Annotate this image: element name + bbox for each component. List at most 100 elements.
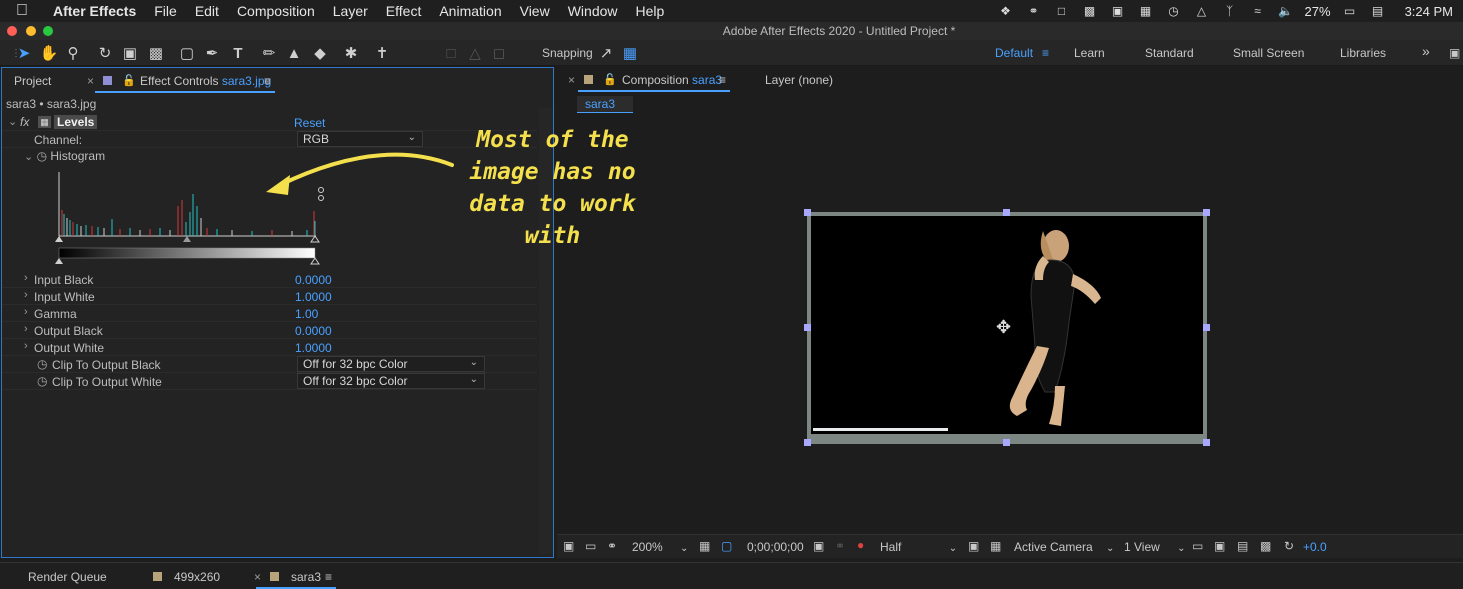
eraser-tool-icon[interactable]: ◆: [310, 43, 330, 63]
layer-bounding-box[interactable]: ✥: [804, 209, 1210, 446]
workspace-libraries[interactable]: Libraries: [1340, 46, 1386, 60]
menu-animation[interactable]: Animation: [430, 3, 510, 19]
property-value[interactable]: 0.0000: [295, 273, 332, 287]
search-help-icon[interactable]: ▣: [1449, 46, 1460, 60]
selection-tool-icon[interactable]: ➤: [14, 43, 34, 63]
volume-icon[interactable]: 🔈: [1277, 4, 1295, 18]
close-project-tab-icon[interactable]: ×: [87, 74, 94, 88]
expand-chevron-icon[interactable]: ›: [24, 289, 28, 301]
clone-stamp-tool-icon[interactable]: ▲: [284, 43, 304, 63]
expand-chevron-icon[interactable]: ›: [24, 306, 28, 318]
transparency-grid-icon[interactable]: ▦: [990, 539, 1001, 553]
battery-icon[interactable]: ▭: [1341, 4, 1359, 18]
property-value[interactable]: 0.0000: [295, 324, 332, 338]
exposure-value[interactable]: +0.0: [1303, 540, 1327, 554]
output-white-slider-handle[interactable]: [310, 257, 320, 265]
dropbox-icon[interactable]: ❖: [997, 4, 1015, 18]
fx-toggle-icon[interactable]: fx: [20, 115, 29, 129]
panel-menu-icon[interactable]: ≡: [264, 74, 271, 88]
clip-black-dropdown[interactable]: Off for 32 bpc Color ⌄: [297, 356, 485, 372]
flowchart-icon[interactable]: ▩: [1260, 539, 1271, 553]
airplay-icon[interactable]: △: [1193, 4, 1211, 18]
input-black-slider-handle[interactable]: [55, 236, 63, 242]
stopwatch-icon[interactable]: ◷: [37, 149, 47, 163]
workspace-menu-icon[interactable]: ≡: [1042, 46, 1049, 60]
reset-exposure-icon[interactable]: ↻: [1284, 539, 1294, 553]
apple-menu-icon[interactable]: : [0, 2, 44, 20]
workspace-default[interactable]: Default: [995, 46, 1033, 60]
menu-effect[interactable]: Effect: [377, 3, 431, 19]
input-menu-icon[interactable]: ▤: [1369, 4, 1387, 18]
close-composition-tab-icon[interactable]: ×: [568, 73, 575, 87]
tab-render-queue[interactable]: Render Queue: [28, 570, 107, 584]
camera-tool-icon[interactable]: ▣: [120, 43, 140, 63]
gamma-slider-handle[interactable]: [183, 236, 191, 242]
menu-edit[interactable]: Edit: [186, 3, 228, 19]
output-black-slider-handle[interactable]: [55, 258, 63, 264]
tab-layer[interactable]: Layer (none): [765, 73, 833, 87]
fast-previews-icon[interactable]: ▣: [1214, 539, 1225, 553]
menu-view[interactable]: View: [511, 3, 559, 19]
transform-handle[interactable]: [1203, 439, 1210, 446]
clip-white-dropdown[interactable]: Off for 32 bpc Color ⌄: [297, 373, 485, 389]
effect-name[interactable]: Levels: [54, 115, 98, 129]
bluetooth-icon[interactable]: ᛉ: [1221, 4, 1239, 18]
input-white-slider-handle[interactable]: [310, 235, 320, 243]
transform-handle[interactable]: [1003, 439, 1010, 446]
panel-menu-icon[interactable]: ≡: [325, 570, 332, 584]
menu-composition[interactable]: Composition: [228, 3, 324, 19]
timeline-icon[interactable]: ▤: [1237, 539, 1248, 553]
screen-share-icon[interactable]: ▣: [1109, 4, 1127, 18]
mask-visibility-icon[interactable]: ▢: [721, 539, 732, 553]
camera-dropdown[interactable]: Active Camera ⌄: [1014, 540, 1114, 554]
puppet-tool-icon[interactable]: ✝: [372, 43, 392, 63]
app-menu[interactable]: After Effects: [44, 3, 145, 19]
safe-zones-icon[interactable]: ▦: [699, 539, 710, 553]
more-workspaces-icon[interactable]: »: [1422, 43, 1430, 59]
bitdefender-icon[interactable]: □: [1053, 4, 1071, 18]
snap-edges-icon[interactable]: ↗: [596, 43, 616, 63]
tab-composition[interactable]: Composition sara3: [622, 73, 722, 87]
roto-brush-tool-icon[interactable]: ✱: [341, 43, 361, 63]
expand-chevron-icon[interactable]: ›: [24, 272, 28, 284]
resolution-dropdown[interactable]: Half ⌄: [880, 540, 957, 554]
zoom-tool-icon[interactable]: ⚲: [63, 43, 83, 63]
expand-chevron-icon[interactable]: ›: [24, 323, 28, 335]
tab-comp-sara3[interactable]: sara3: [291, 570, 321, 584]
timecode[interactable]: 0;00;00;00: [747, 540, 804, 554]
tab-comp-499x260[interactable]: 499x260: [174, 570, 220, 584]
menu-layer[interactable]: Layer: [324, 3, 377, 19]
menu-window[interactable]: Window: [559, 3, 627, 19]
panel-menu-icon[interactable]: ≡: [719, 73, 726, 87]
transform-handle[interactable]: [1203, 324, 1210, 331]
monitor-icon[interactable]: ▭: [585, 539, 596, 553]
hand-tool-icon[interactable]: ✋: [39, 43, 59, 63]
wifi-icon[interactable]: ≈: [1249, 4, 1267, 18]
comp-navigator-tab[interactable]: sara3: [577, 96, 633, 113]
always-preview-icon[interactable]: ▣: [563, 539, 574, 553]
transform-handle[interactable]: [804, 324, 811, 331]
tab-effect-controls[interactable]: Effect Controls sara3.jpg: [140, 74, 271, 88]
menubar-app-icon[interactable]: ▩: [1081, 4, 1099, 18]
zoom-dropdown[interactable]: 200% ⌄: [632, 540, 688, 554]
tab-project[interactable]: Project: [14, 74, 51, 88]
transform-handle[interactable]: [1003, 209, 1010, 216]
collapse-effect-chevron-icon[interactable]: ⌄: [8, 115, 17, 128]
stopwatch-icon[interactable]: ◷: [37, 374, 47, 388]
workspace-learn[interactable]: Learn: [1074, 46, 1105, 60]
transform-handle[interactable]: [1203, 209, 1210, 216]
anchor-point-icon[interactable]: ✥: [996, 318, 1011, 336]
pen-tool-icon[interactable]: ✒: [202, 43, 222, 63]
views-dropdown[interactable]: 1 View ⌄: [1124, 540, 1186, 554]
pan-behind-tool-icon[interactable]: ▩: [146, 43, 166, 63]
stopwatch-icon[interactable]: ◷: [37, 357, 47, 371]
clock[interactable]: 3:24 PM: [1405, 4, 1453, 19]
property-value[interactable]: 1.0000: [295, 290, 332, 304]
transform-handle[interactable]: [804, 439, 811, 446]
rotation-tool-icon[interactable]: ↻: [95, 43, 115, 63]
show-snapshot-icon[interactable]: ⚭: [835, 539, 845, 553]
reset-button[interactable]: Reset: [294, 116, 325, 130]
creative-cloud-icon[interactable]: ⚭: [1025, 4, 1043, 18]
workspace-small-screen[interactable]: Small Screen: [1233, 46, 1304, 60]
keyboard-icon[interactable]: ▦: [1137, 4, 1155, 18]
